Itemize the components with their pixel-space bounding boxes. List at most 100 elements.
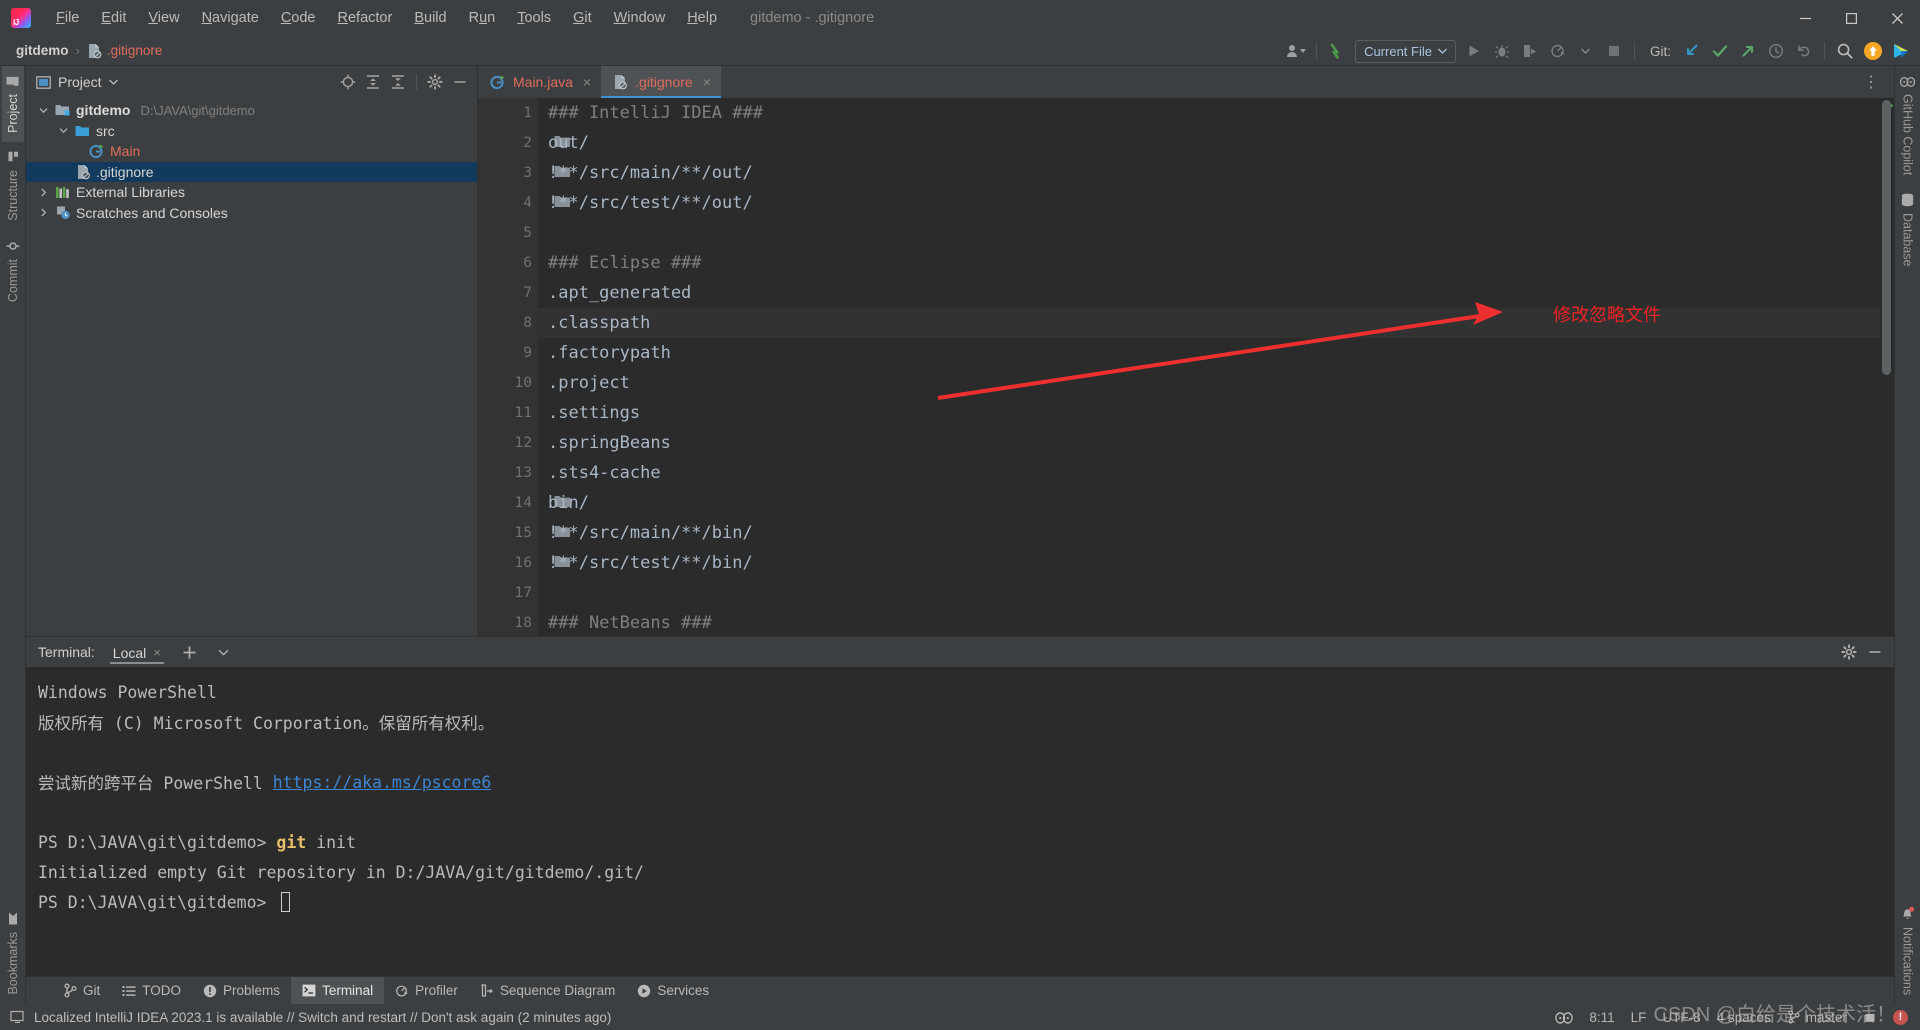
terminal-tabs-dropdown-icon[interactable] <box>213 641 235 663</box>
terminal-tab-local[interactable]: Local × <box>107 641 167 664</box>
tree-sublabel-gitdemo-path: D:\JAVA\git\gitdemo <box>140 102 255 118</box>
bottom-item-terminal[interactable]: Terminal <box>291 977 385 1004</box>
sidebar-item-bookmarks[interactable]: Bookmarks <box>2 903 24 1004</box>
menu-code[interactable]: Code <box>270 7 327 29</box>
project-tool-window-title[interactable]: Project <box>36 74 118 90</box>
sidebar-item-structure[interactable]: Structure <box>2 142 24 230</box>
tree-node-main[interactable]: Main <box>26 141 477 162</box>
editor-marker-gutter[interactable] <box>1880 98 1894 636</box>
bottom-item-problems[interactable]: Problems <box>192 977 291 1004</box>
tab-close-gitignore[interactable]: × <box>703 74 711 90</box>
menu-run[interactable]: Run <box>458 7 507 29</box>
copilot-button[interactable] <box>1888 39 1914 63</box>
status-error-badge[interactable]: ! <box>1893 1009 1908 1025</box>
tree-node-scratches-and-consoles[interactable]: Scratches and Consoles <box>26 203 477 224</box>
tree-node-external-libraries[interactable]: External Libraries <box>26 182 477 203</box>
sidebar-item-github-copilot[interactable]: GitHub Copilot <box>1896 66 1919 184</box>
maximize-button[interactable] <box>1828 0 1874 36</box>
user-account-icon[interactable] <box>1283 39 1309 63</box>
menu-navigate[interactable]: Navigate <box>191 7 270 29</box>
status-encoding[interactable]: UTF-8 <box>1662 1010 1700 1025</box>
chevron-right-icon[interactable] <box>36 208 50 217</box>
profiler-icon <box>1551 44 1565 58</box>
sidebar-item-commit[interactable]: Commit <box>2 230 24 311</box>
bottom-item-todo[interactable]: TODO <box>111 977 192 1004</box>
tab-gitignore[interactable]: .gitignore × <box>601 66 721 98</box>
sidebar-item-database[interactable]: Database <box>1897 184 1919 276</box>
minimize-button[interactable] <box>1782 0 1828 36</box>
menu-view[interactable]: View <box>137 7 190 29</box>
chevron-down-icon[interactable] <box>36 106 50 115</box>
tree-node-src[interactable]: src <box>26 121 477 142</box>
status-copilot-icon[interactable] <box>1555 1010 1574 1025</box>
profiler-button[interactable] <box>1545 39 1571 63</box>
menu-window[interactable]: Window <box>603 7 677 29</box>
tab-main-java[interactable]: Main.java × <box>478 66 601 98</box>
git-commit-button[interactable] <box>1707 39 1733 63</box>
tree-node-gitignore[interactable]: .gitignore <box>26 161 477 182</box>
bottom-item-sequence-diagram[interactable]: Sequence Diagram <box>469 977 627 1004</box>
pscore6-link[interactable]: https://aka.ms/pscore6 <box>273 773 492 792</box>
git-history-button[interactable] <box>1763 39 1789 63</box>
stripe-label-notifications: Notifications <box>1900 926 1915 995</box>
code-text-column[interactable]: ### IntelliJ IDEA ### out/ !**/src/main/… <box>538 98 1880 636</box>
select-opened-file-icon[interactable] <box>337 71 359 93</box>
stop-button[interactable] <box>1601 39 1627 63</box>
line-number: 13 <box>514 465 532 481</box>
terminal-settings-gear-icon[interactable] <box>1838 641 1860 663</box>
menu-help[interactable]: Help <box>676 7 728 29</box>
tree-node-gitdemo[interactable]: gitdemo D:\JAVA\git\gitdemo <box>26 100 477 121</box>
status-caret-position[interactable]: 8:11 <box>1589 1010 1614 1025</box>
menu-edit[interactable]: Edit <box>90 7 137 29</box>
status-branch[interactable]: master <box>1787 1010 1847 1025</box>
bottom-item-services[interactable]: Services <box>626 977 720 1004</box>
run-button[interactable] <box>1461 39 1487 63</box>
close-button[interactable] <box>1874 0 1920 36</box>
settings-gear-icon[interactable] <box>424 71 446 93</box>
run-with-coverage-icon <box>1523 45 1536 57</box>
status-line-separator[interactable]: LF <box>1631 1010 1647 1025</box>
git-push-button[interactable] <box>1735 39 1761 63</box>
stripe-label-commit: Commit <box>5 258 20 302</box>
git-rollback-button[interactable] <box>1791 39 1817 63</box>
expand-all-icon[interactable] <box>362 71 384 93</box>
hide-tool-window-icon[interactable] <box>449 71 471 93</box>
bottom-item-git[interactable]: Git <box>52 977 111 1004</box>
run-configuration-selector[interactable]: Current File <box>1355 39 1456 63</box>
git-update-button[interactable] <box>1679 39 1705 63</box>
menu-build[interactable]: Build <box>403 7 457 29</box>
ai-assistant-button[interactable] <box>1860 39 1886 63</box>
ide-message-icon[interactable] <box>10 1010 25 1024</box>
status-indent[interactable]: 4 spaces <box>1717 1010 1771 1025</box>
menu-file[interactable]: FFileile <box>45 7 90 29</box>
terminal-hide-icon[interactable] <box>1864 641 1886 663</box>
terminal-tab-close[interactable]: × <box>153 645 161 660</box>
breadcrumb-project[interactable]: gitdemo <box>12 42 73 59</box>
tab-close-main-java[interactable]: × <box>583 74 591 90</box>
editor-scrollbar-thumb[interactable] <box>1882 100 1891 375</box>
status-bar-message[interactable]: Localized IntelliJ IDEA 2023.1 is availa… <box>34 1010 611 1025</box>
sidebar-item-project[interactable]: Project <box>1 66 24 142</box>
add-terminal-tab-icon[interactable] <box>179 641 201 663</box>
chevron-right-icon[interactable] <box>36 188 50 197</box>
menu-git[interactable]: Git <box>562 7 603 29</box>
search-everywhere-button[interactable] <box>1832 39 1858 63</box>
menu-tools[interactable]: Tools <box>506 7 562 29</box>
more-options-icon[interactable]: ⋮ <box>1857 72 1886 92</box>
code-editor[interactable]: 1 2 3 4 5 6 7 8 9 10 11 12 13 14 15 16 1… <box>478 98 1894 636</box>
collapse-all-icon[interactable] <box>387 71 409 93</box>
chevron-down-icon[interactable] <box>56 126 70 135</box>
breadcrumb-file-label: .gitignore <box>106 43 163 58</box>
editor-gutter[interactable]: 1 2 3 4 5 6 7 8 9 10 11 12 13 14 15 16 1… <box>478 98 570 636</box>
terminal-output[interactable]: Windows PowerShell 版权所有 (C) Microsoft Co… <box>26 667 1894 976</box>
update-project-icon[interactable] <box>1324 39 1350 63</box>
breadcrumb-file[interactable]: .gitignore <box>83 42 167 60</box>
sidebar-item-notifications[interactable]: Notifications <box>1896 897 1919 1004</box>
github-copilot-icon <box>1894 44 1908 58</box>
status-read-only-toggle[interactable] <box>1863 1010 1877 1024</box>
profiler-dropdown[interactable] <box>1573 39 1599 63</box>
run-with-coverage-button[interactable] <box>1517 39 1543 63</box>
debug-button[interactable] <box>1489 39 1515 63</box>
menu-refactor[interactable]: Refactor <box>327 7 404 29</box>
bottom-item-profiler[interactable]: Profiler <box>384 977 469 1004</box>
